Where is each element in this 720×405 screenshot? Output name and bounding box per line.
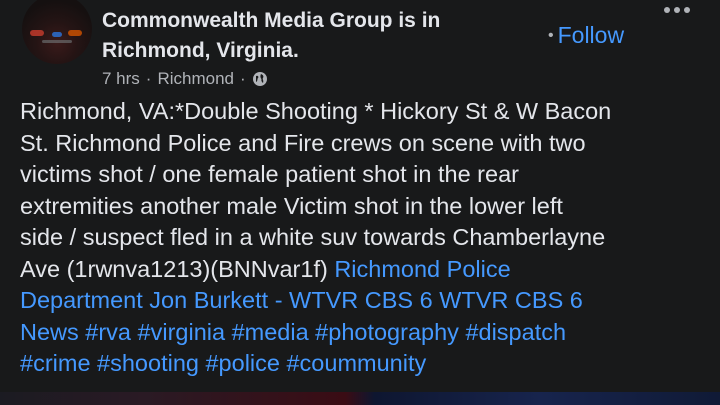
page-avatar[interactable]: [22, 0, 92, 64]
post-text: side / suspect fled in a white suv towar…: [20, 224, 606, 250]
meta-separator: ·: [240, 69, 246, 88]
post-link[interactable]: Department Jon Burkett - WTVR CBS 6 WTVR…: [20, 287, 583, 313]
post-body-text: Richmond, VA:*Double Shooting * Hickory …: [20, 96, 710, 380]
globe-icon[interactable]: [252, 71, 268, 87]
post-link[interactable]: #crime #shooting #police #coummunity: [20, 350, 426, 376]
post-text-line: St. Richmond Police and Fire crews on sc…: [20, 128, 710, 160]
post-link[interactable]: News #rva #virginia #media #photography …: [20, 319, 566, 345]
more-options-icon[interactable]: [664, 2, 694, 18]
post-text: victims shot / one female patient shot i…: [20, 161, 519, 187]
post-link[interactable]: Richmond Police: [334, 256, 510, 282]
post-place[interactable]: Richmond: [157, 68, 234, 90]
post-text-line: extremities another male Victim shot in …: [20, 191, 710, 223]
avatar-light-red: [30, 30, 44, 36]
avatar-light-blue: [52, 32, 62, 37]
follow-label: Follow: [557, 22, 625, 48]
post-media-preview[interactable]: [0, 392, 720, 405]
avatar-light-white: [42, 40, 72, 43]
page-name-link[interactable]: Commonwealth Media Group: [102, 9, 393, 32]
post-text-line: #crime #shooting #police #coummunity: [20, 348, 710, 380]
post-text-line: Department Jon Burkett - WTVR CBS 6 WTVR…: [20, 285, 710, 317]
post-text: St. Richmond Police and Fire crews on sc…: [20, 129, 586, 156]
location-link[interactable]: Richmond, Virginia.: [102, 39, 299, 62]
more-dot: [684, 7, 690, 13]
avatar-light-orange: [68, 30, 82, 36]
post-text-line: victims shot / one female patient shot i…: [20, 159, 710, 191]
meta-separator: ·: [145, 69, 152, 88]
post-text-line: Richmond, VA:*Double Shooting * Hickory …: [20, 96, 710, 128]
post-header-title: Commonwealth Media Group is in Richmond,…: [102, 6, 522, 66]
post-card: Commonwealth Media Group is in Richmond,…: [0, 0, 720, 392]
more-dot: [664, 7, 670, 13]
post-text-line: Ave (1rwnva1213)(BNNvar1f) Richmond Poli…: [20, 254, 710, 286]
post-text: extremities another male Victim shot in …: [20, 192, 563, 219]
post-text: Richmond, VA:*Double Shooting * Hickory …: [20, 98, 612, 124]
post-meta: 7 hrs · Richmond ·: [102, 68, 268, 90]
more-dot: [674, 7, 680, 13]
post-time[interactable]: 7 hrs: [102, 68, 140, 90]
location-prefix: is in: [392, 9, 441, 32]
follow-button[interactable]: • Follow: [548, 20, 624, 51]
post-text-line: side / suspect fled in a white suv towar…: [20, 222, 710, 254]
post-text-line: News #rva #virginia #media #photography …: [20, 317, 710, 349]
post-text: Ave (1rwnva1213)(BNNvar1f): [20, 255, 335, 282]
